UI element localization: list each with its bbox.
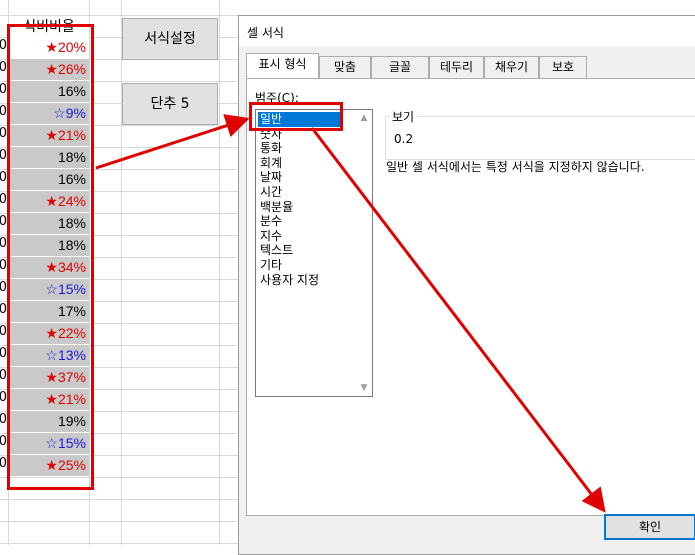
arrow-category-to-ok	[310, 127, 606, 513]
annotation-arrows	[95, 114, 606, 513]
arrow-cells-to-category	[95, 114, 250, 170]
